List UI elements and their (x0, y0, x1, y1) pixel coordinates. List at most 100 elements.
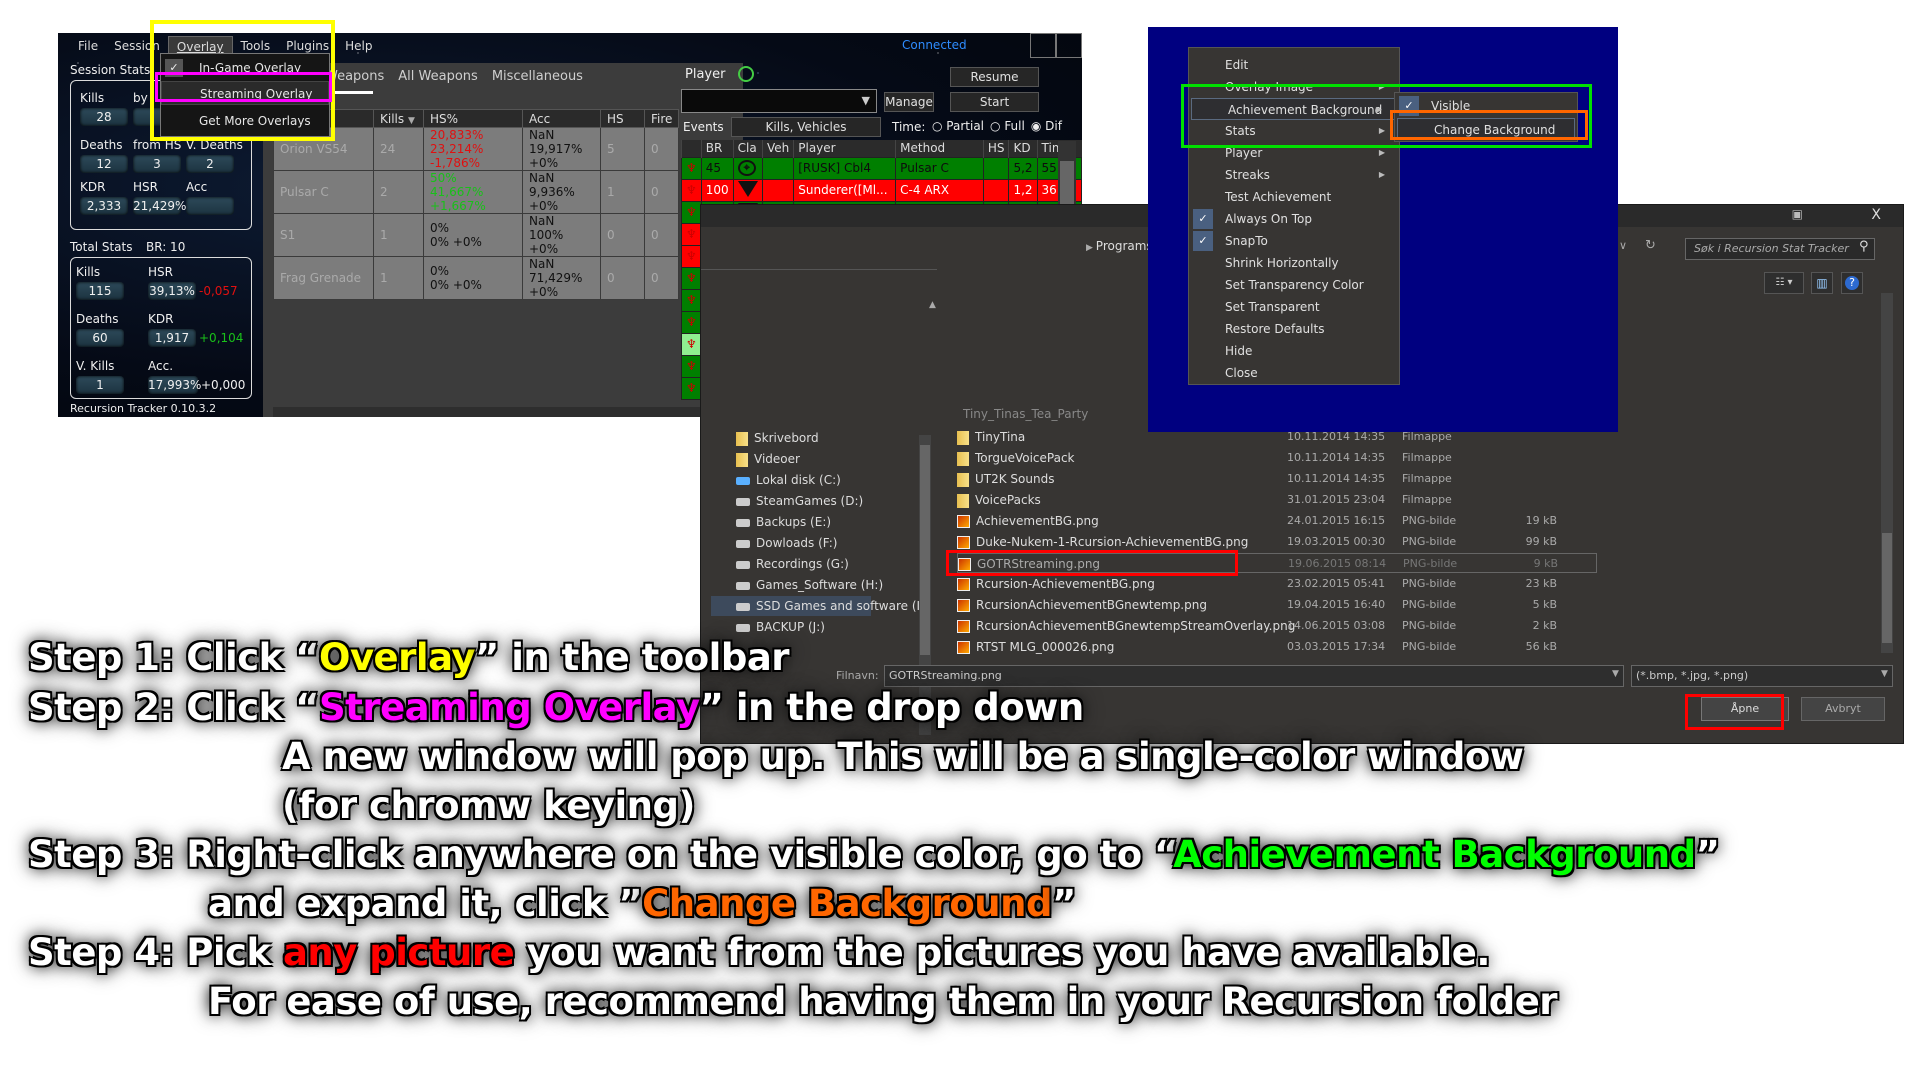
col-kills[interactable]: Kills ▼ (373, 109, 424, 128)
col-class[interactable]: Cla (732, 140, 763, 157)
nav-item[interactable]: SteamGames (D:) (736, 491, 863, 511)
session-kills-label: Kills (80, 91, 105, 105)
nav-item[interactable]: Lokal disk (C:) (736, 470, 841, 490)
search-icon: ⚲ (1859, 239, 1869, 254)
event-player: Sunderer([Ml... (793, 178, 897, 202)
nav-item[interactable]: SSD Games and software (I:) (711, 596, 929, 616)
session-kdr-label: KDR (80, 180, 106, 194)
minimize-button[interactable] (1030, 33, 1056, 58)
search-input[interactable]: Søk i Recursion Stat Tracker (1685, 238, 1875, 260)
events-filter-button[interactable]: Kills, Vehicles (731, 117, 881, 137)
context-menu-item-test-achievement[interactable]: Test Achievement (1189, 186, 1399, 208)
file-item[interactable]: Rcursion-AchievementBG.png 23.02.2015 05:… (957, 574, 1597, 594)
nav-item[interactable]: Backups (E:) (736, 512, 831, 532)
start-button[interactable]: Start (950, 92, 1039, 112)
weapons-horizontal-scrollbar[interactable] (273, 407, 728, 417)
manage-button[interactable]: Manage (884, 92, 934, 112)
scroll-thumb[interactable] (1882, 533, 1892, 643)
col-hs-pct[interactable]: HS% (423, 109, 523, 128)
col-acc[interactable]: Acc (522, 109, 601, 128)
col-vehicle[interactable]: Veh (761, 140, 794, 157)
scroll-thumb[interactable] (920, 445, 930, 655)
context-menu-item-always-on-top[interactable]: ✓ Always On Top (1189, 208, 1399, 230)
context-menu-item-edit[interactable]: Edit (1189, 54, 1399, 76)
filename-input[interactable]: GOTRStreaming.png (884, 665, 1624, 687)
faction-icon: ♆ (686, 271, 697, 285)
step-4-highlight: any picture (282, 931, 515, 974)
file-item[interactable]: AchievementBG.png 24.01.2015 16:15 PNG-bil… (957, 511, 1597, 531)
help-button[interactable]: ? (1841, 272, 1863, 294)
tab-all-weapons[interactable]: All Weapons (398, 69, 478, 84)
event-row[interactable]: ♆ 45 ⌖ [RUSK] Cbl4 Pulsar C 5,2 55 (681, 156, 1082, 180)
file-item[interactable]: Duke-Nukem-1-Rcursion-AchievementBG.png 1… (957, 532, 1597, 552)
time-dif-radio[interactable]: ◉ Dif (1031, 119, 1062, 133)
context-menu-item-shrink-horizontally[interactable]: Shrink Horizontally (1189, 252, 1399, 274)
weapon-row[interactable]: Pulsar C 2 50% 41,667% +1,667% NaN 9,936% +0%… (273, 170, 680, 214)
tab-miscellaneous[interactable]: Miscellaneous (492, 69, 583, 84)
nav-item[interactable]: BACKUP (J:) (736, 617, 825, 637)
weapon-row[interactable]: S1 1 0% 0% +0% NaN 100% +0% 0 0 (273, 213, 680, 257)
menu-file[interactable]: File (70, 36, 106, 57)
weapon-hs-pct: 0% 0% +0% (423, 213, 523, 257)
menu-help[interactable]: Help (337, 36, 380, 57)
history-dropdown-icon[interactable]: ∨ (1619, 239, 1627, 252)
session-deaths-label: Deaths (80, 138, 123, 152)
nav-item[interactable]: Skrivebord (736, 428, 819, 448)
nav-item[interactable]: Videoer (736, 449, 800, 469)
time-partial-radio[interactable]: ○ Partial (932, 119, 984, 133)
weapon-row[interactable]: Frag Grenade 1 0% 0% +0% NaN 71,429% +0% 0 0 (273, 256, 680, 300)
context-menu-item-hide[interactable]: Hide (1189, 340, 1399, 362)
file-item-partial[interactable]: Tiny_Tinas_Tea_Party (963, 407, 1088, 421)
close-button[interactable]: X (1871, 207, 1881, 223)
cancel-button[interactable]: Avbryt (1801, 697, 1885, 721)
context-menu-item-restore-defaults[interactable]: Restore Defaults (1189, 318, 1399, 340)
context-menu-item-set-transparency-color[interactable]: Set Transparency Color (1189, 274, 1399, 296)
context-menu-item-streaks[interactable]: Streaks ▶ (1189, 164, 1399, 186)
file-item[interactable]: TorgueVoicePack 10.11.2014 14:35 Filmappe (957, 448, 1597, 468)
event-method: C-4 ARX (895, 178, 984, 202)
resume-button[interactable]: Resume (950, 67, 1039, 87)
col-hs[interactable]: HS (600, 109, 645, 128)
context-menu-item-close[interactable]: Close (1189, 362, 1399, 384)
col-fire[interactable]: Fire (643, 109, 680, 128)
col-kd[interactable]: KD (1008, 140, 1038, 157)
file-type-select[interactable]: (*.bmp, *.jpg, *.png) (1631, 665, 1893, 687)
weapon-fire: 0 (643, 213, 680, 257)
file-item[interactable]: VoicePacks 31.01.2015 23:04 Filmappe (957, 490, 1597, 510)
file-item[interactable]: RTST MLG_000026.png 03.03.2015 17:34 PNG-b… (957, 637, 1597, 657)
weapon-acc: NaN 71,429% +0% (522, 256, 601, 300)
folder-icon (957, 451, 969, 466)
time-full-radio[interactable]: ○ Full (990, 119, 1025, 133)
view-options-button[interactable]: ☷ ▾ (1764, 272, 1804, 294)
faction-cell: ♆ (681, 178, 702, 202)
event-row[interactable]: ♆ 100 Sunderer([Ml... C-4 ARX 1,2 36 (681, 178, 1082, 202)
event-vehicle (761, 156, 795, 180)
file-item[interactable]: RcursionAchievementBGnewtempStreamOverla… (957, 616, 1597, 636)
player-select[interactable]: ▼ (681, 89, 877, 113)
files-scrollbar[interactable] (1881, 293, 1893, 653)
total-deaths-value: 60 (76, 329, 124, 347)
total-kills-label: Kills (76, 265, 101, 279)
nav-item[interactable]: Dowloads (F:) (736, 533, 838, 553)
context-menu-item-set-transparent[interactable]: Set Transparent (1189, 296, 1399, 318)
drive-icon (736, 602, 750, 611)
nav-item[interactable]: Recordings (G:) (736, 554, 849, 574)
time-mode-group: ○ Partial ○ Full ◉ Dif (932, 119, 1062, 133)
col-player[interactable]: Player (793, 140, 896, 157)
file-item[interactable]: RcursionAchievementBGnewtemp.png 19.04.20… (957, 595, 1597, 615)
preview-pane-button[interactable]: ▥ (1811, 272, 1833, 294)
refresh-icon[interactable]: ↻ (1645, 238, 1656, 253)
context-menu-item-snapto[interactable]: ✓ SnapTo (1189, 230, 1399, 252)
col-method[interactable]: Method (895, 140, 984, 157)
total-acc-label: Acc. (148, 359, 174, 373)
col-hs[interactable]: HS (982, 140, 1009, 157)
nav-item[interactable]: Games_Software (H:) (736, 575, 883, 595)
menu-item-get-more-overlays[interactable]: Get More Overlays (161, 109, 329, 133)
drive-icon (736, 539, 750, 548)
weapon-hs-pct: 0% 0% +0% (423, 256, 523, 300)
breadcrumb[interactable]: ▶ Programs (1086, 239, 1153, 253)
weapon-hs-pct: 20,833% 23,214% -1,786% (423, 127, 523, 171)
file-item[interactable]: UT2K Sounds 10.11.2014 14:35 Filmappe (957, 469, 1597, 489)
col-br[interactable]: BR (700, 140, 734, 157)
maximize-button[interactable] (1056, 33, 1082, 58)
